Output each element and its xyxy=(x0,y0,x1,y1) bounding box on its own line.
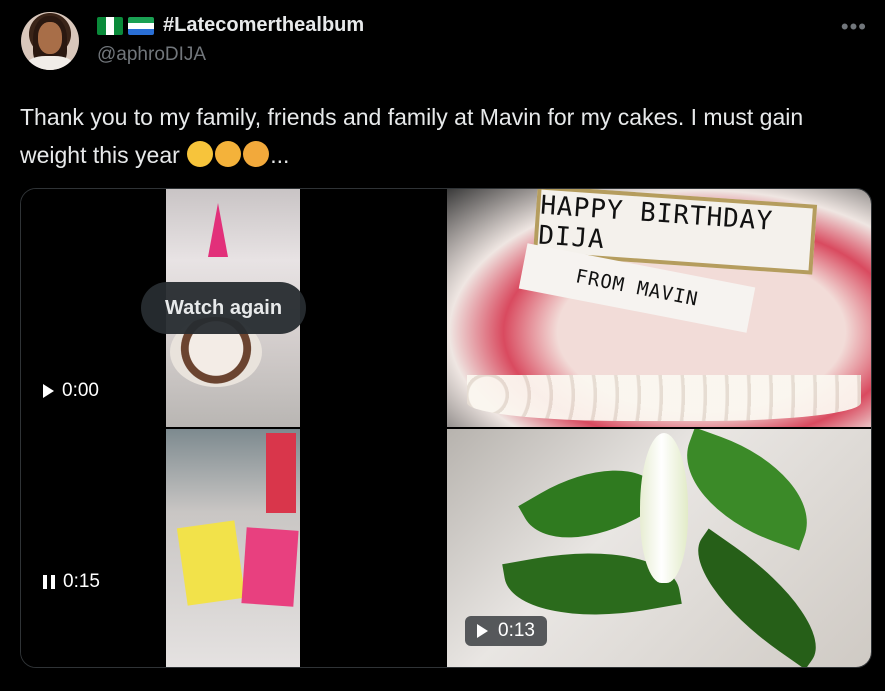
nigeria-flag-icon xyxy=(97,16,123,35)
video-2-thumbnail xyxy=(166,429,300,667)
video-1-play-control[interactable]: 0:00 xyxy=(43,380,99,402)
video-2-time: 0:15 xyxy=(63,571,100,592)
author-name-row[interactable]: #Latecomerthealbum xyxy=(97,14,364,37)
user-handle[interactable]: @aphroDIJA xyxy=(97,44,206,66)
avatar-face xyxy=(38,22,62,54)
tweet-body: Thank you to my family, friends and fami… xyxy=(20,104,804,168)
video-2-pause-control[interactable]: 0:15 xyxy=(43,571,100,593)
hand-over-mouth-emoji xyxy=(215,141,242,167)
video-3-play-control[interactable]: 0:13 xyxy=(465,616,547,646)
greeting-card-image xyxy=(241,527,299,607)
media-grid: Watch again 0:00 HAPPY BIRTHDAY DIJA FRO… xyxy=(20,188,872,668)
video-2[interactable]: 0:15 xyxy=(21,429,445,667)
display-name[interactable]: #Latecomerthealbum xyxy=(163,14,364,37)
lily-bud-image xyxy=(640,433,688,583)
watch-again-button[interactable]: Watch again xyxy=(141,282,307,334)
pause-icon xyxy=(43,575,55,589)
party-hat-image xyxy=(208,203,228,257)
photo-cake[interactable]: HAPPY BIRTHDAY DIJA FROM MAVIN xyxy=(447,189,871,427)
play-icon xyxy=(477,624,488,638)
more-options-icon[interactable]: ••• xyxy=(841,14,867,40)
gift-bag-image xyxy=(266,433,296,513)
rolling-on-floor-laughing-emoji xyxy=(187,141,214,167)
cake-piping xyxy=(467,375,861,421)
avatar-shirt xyxy=(27,56,73,70)
video-1[interactable]: Watch again 0:00 xyxy=(21,189,445,427)
video-3[interactable]: 0:13 xyxy=(447,429,871,667)
video-3-time: 0:13 xyxy=(498,620,535,641)
sierra-leone-flag-icon xyxy=(128,16,154,35)
play-icon xyxy=(43,384,54,398)
avatar[interactable] xyxy=(21,12,79,70)
astonished-emoji xyxy=(243,141,270,167)
greeting-card-image xyxy=(176,520,246,606)
video-1-time: 0:00 xyxy=(62,380,99,401)
tweet-ellipsis: ... xyxy=(270,142,290,168)
tweet-text: Thank you to my family, friends and fami… xyxy=(20,98,870,174)
